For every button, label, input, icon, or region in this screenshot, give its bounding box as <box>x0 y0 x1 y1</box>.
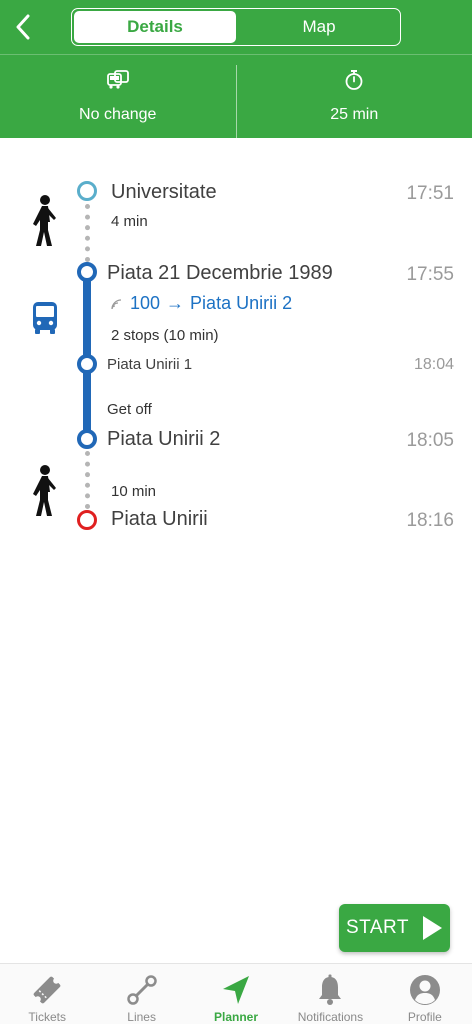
chevron-left-icon <box>16 14 30 40</box>
start-navigation-button[interactable]: START <box>339 904 450 952</box>
nav-profile-label: Profile <box>407 1010 442 1024</box>
stopwatch-icon <box>344 69 364 91</box>
get-off-label: Get off <box>107 401 152 418</box>
header-bar: Details Map No change 25 min <box>0 0 472 138</box>
navigation-arrow-icon <box>221 972 251 1008</box>
duration-label: 25 min <box>330 106 379 123</box>
ticket-icon <box>29 972 65 1008</box>
tab-map[interactable]: Map <box>238 9 400 45</box>
bus-line-number: 100 <box>130 293 161 313</box>
alight-stop-name: Piata Unirii 2 <box>107 428 221 450</box>
destination-stop-name: Piata Unirii <box>111 508 208 530</box>
bus-change-icon <box>106 69 129 91</box>
nav-planner-label: Planner <box>214 1010 259 1024</box>
start-button-label: START <box>346 917 410 938</box>
walk-dotted-line <box>85 204 90 262</box>
alight-stop-marker <box>77 429 97 449</box>
board-time: 17:55 <box>406 264 454 285</box>
nav-lines-label: Lines <box>127 1010 156 1024</box>
bus-stops-info: 2 stops (10 min) <box>111 327 219 344</box>
destination-stop-marker <box>77 510 97 530</box>
trip-summary: No change 25 min <box>0 55 472 138</box>
alight-time: 18:05 <box>406 430 454 451</box>
play-icon <box>423 916 443 940</box>
nav-lines[interactable]: Lines <box>94 964 188 1024</box>
board-stop-name: Piata 21 Decembrie 1989 <box>107 262 333 284</box>
direction-arrow-icon: → <box>166 293 185 313</box>
bus-icon <box>33 302 57 334</box>
board-stop-marker <box>77 262 97 282</box>
bus-direction: Piata Unirii 2 <box>190 293 293 313</box>
profile-icon <box>409 972 441 1008</box>
intermediate-stop-marker <box>77 354 97 374</box>
transfer-label: No change <box>79 106 157 123</box>
bell-icon <box>316 972 344 1008</box>
walk2-duration: 10 min <box>111 483 157 500</box>
realtime-signal-icon <box>111 298 122 309</box>
duration-summary: 25 min <box>237 55 472 138</box>
walk1-duration: 4 min <box>111 213 148 230</box>
nav-planner[interactable]: Planner <box>189 964 283 1024</box>
tab-details[interactable]: Details <box>74 11 236 43</box>
route-icon <box>125 972 159 1008</box>
nav-notifications[interactable]: Notifications <box>283 964 377 1024</box>
destination-time: 18:16 <box>406 510 454 531</box>
view-toggle: Details Map <box>71 8 401 46</box>
itinerary-timeline: Universitate 17:51 4 min Piata 21 Decemb… <box>0 138 472 558</box>
walking-person-icon <box>33 465 56 516</box>
nav-tickets[interactable]: Tickets <box>0 964 94 1024</box>
intermediate-time: 18:04 <box>413 356 454 373</box>
origin-stop-name: Universitate <box>111 181 217 203</box>
origin-time: 17:51 <box>406 183 454 204</box>
nav-profile[interactable]: Profile <box>378 964 472 1024</box>
origin-stop-marker <box>77 181 97 201</box>
walking-person-icon <box>33 195 56 246</box>
transfer-summary: No change <box>0 55 236 138</box>
back-button[interactable] <box>8 10 38 44</box>
walk-dotted-line <box>85 451 90 509</box>
bottom-navigation: Tickets Lines Planner Notifications Prof… <box>0 963 472 1024</box>
app-screen: Details Map No change 25 min Universitat… <box>0 0 472 1024</box>
nav-notifications-label: Notifications <box>297 1010 364 1024</box>
bus-line-info[interactable]: 100 → Piata Unirii 2 <box>110 293 292 314</box>
intermediate-stop-name: Piata Unirii 1 <box>107 356 193 373</box>
nav-tickets-label: Tickets <box>28 1010 66 1024</box>
